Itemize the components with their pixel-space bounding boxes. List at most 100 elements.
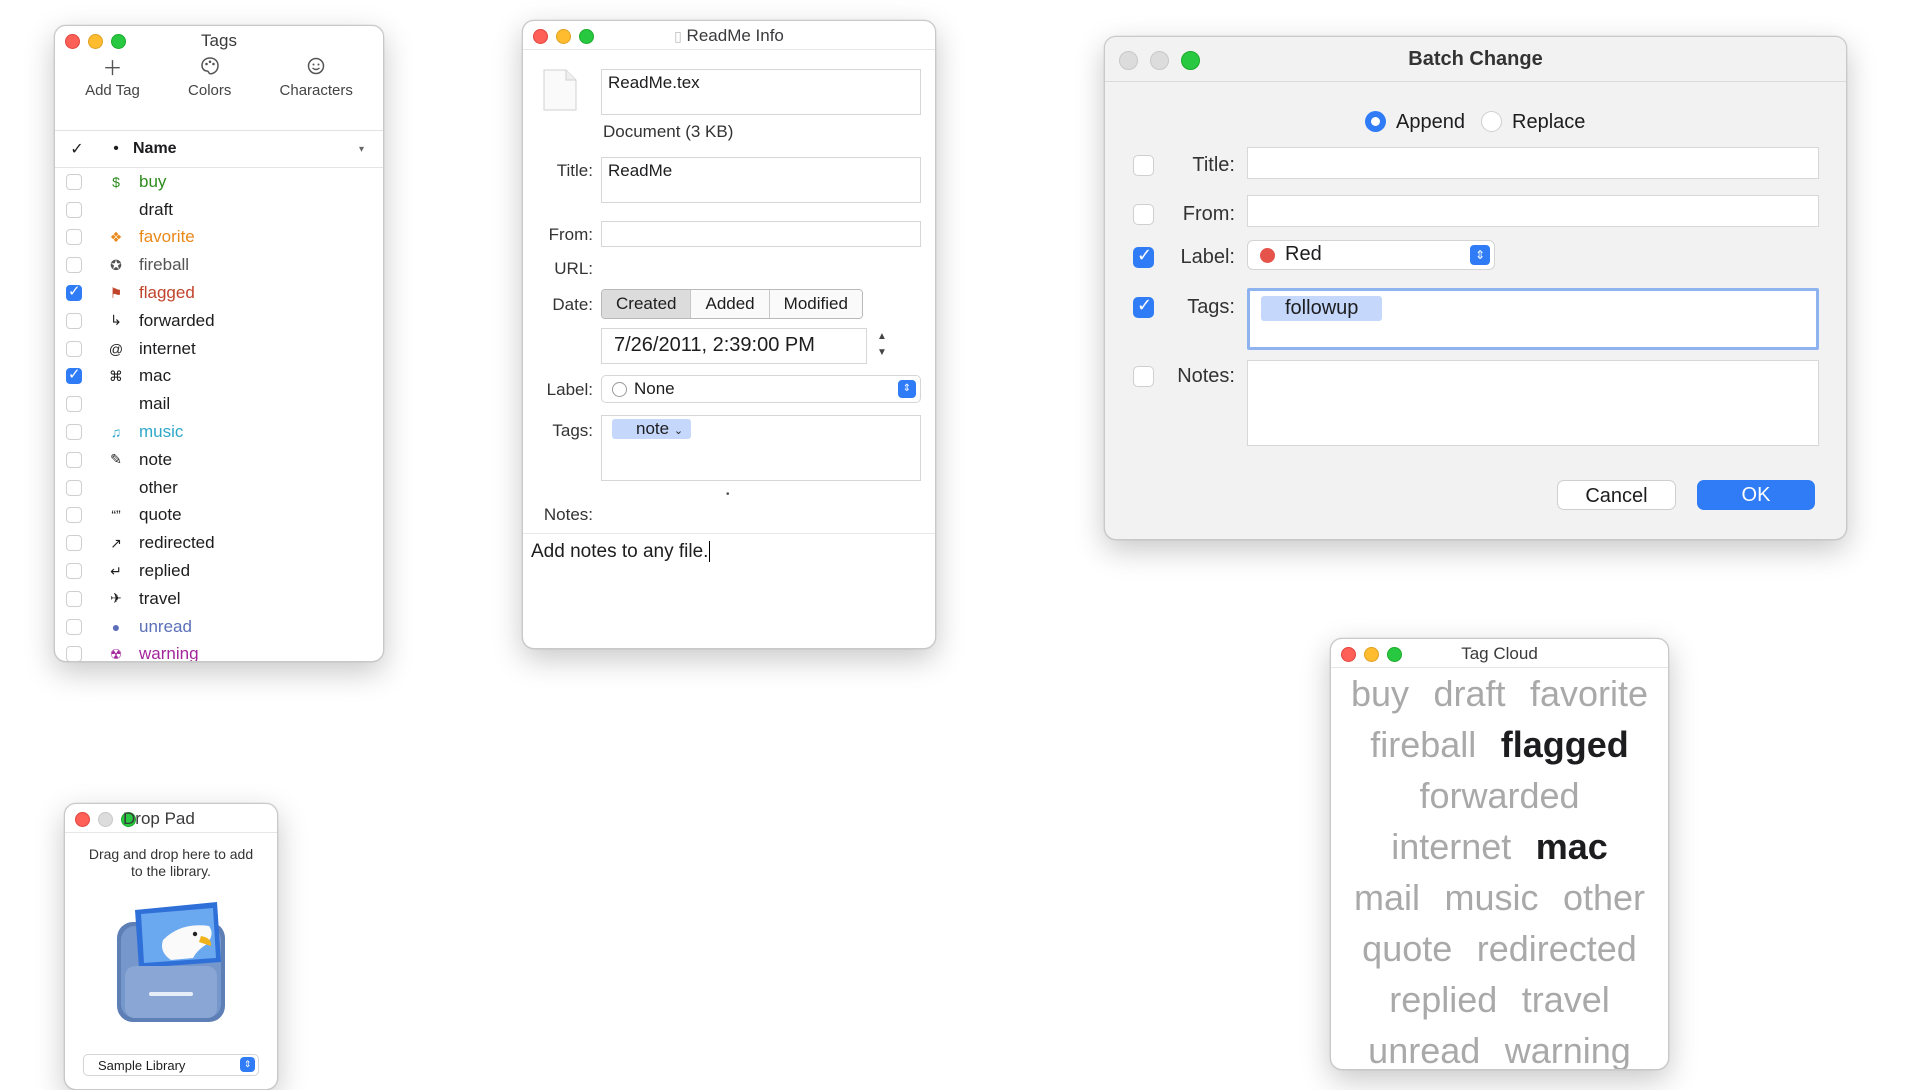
from-label: From: [548,225,593,244]
replace-radio[interactable] [1481,111,1502,132]
tab-created[interactable]: Created [602,290,692,318]
tag-checkbox[interactable] [66,590,82,607]
label-popup[interactable]: Red ⇕ [1247,240,1495,270]
title-field[interactable] [1247,147,1819,179]
stepper-up-icon[interactable]: ▲ [873,329,891,345]
tag-checkbox[interactable] [66,646,82,661]
notes-text[interactable]: Add notes to any file. [531,541,711,563]
popup-arrows-icon: ⇕ [240,1057,255,1072]
tag-checkbox[interactable] [66,340,82,357]
icon-column-header[interactable]: • [99,140,133,158]
check-column-header[interactable]: ✓ [55,139,99,159]
cloud-tag[interactable]: travel [1522,979,1610,1020]
tag-cloud: buy draft favorite fireball flagged forw… [1331,668,1668,1069]
date-stepper[interactable]: ▲ ▼ [873,329,891,363]
cloud-tag[interactable]: music [1444,877,1538,918]
filename-field[interactable]: ReadMe.tex [601,69,921,115]
tag-token[interactable]: followup [1261,296,1383,321]
cloud-tag[interactable]: replied [1389,979,1497,1020]
red-color-icon [1260,248,1275,263]
tag-checkbox[interactable] [66,257,82,274]
notes-label: Notes: [1177,365,1235,387]
cloud-tag[interactable]: redirected [1477,928,1637,969]
title-label: Title: [556,161,593,180]
table-row[interactable]: ↳ forwarded [55,307,383,335]
cloud-tag[interactable]: forwarded [1419,775,1579,816]
table-row[interactable]: ⚑ flagged [55,279,383,307]
table-row[interactable]: ↗ redirected [55,529,383,557]
cloud-tag[interactable]: internet [1391,826,1511,867]
table-row[interactable]: ⌘ mac [55,363,383,391]
tag-checkbox[interactable] [66,396,82,413]
table-row[interactable]: ☢ warning [55,641,383,661]
notes-field[interactable] [1247,360,1819,446]
library-popup[interactable]: Sample Library ⇕ [83,1054,259,1076]
table-row[interactable]: draft [55,196,383,224]
label-popup[interactable]: None ⇕ [601,375,921,403]
tag-checkbox[interactable] [66,173,82,190]
file-kind: Document (3 KB) [603,122,734,141]
tag-token[interactable]: note ⌄ [612,419,692,439]
table-row[interactable]: $ buy [55,168,383,196]
cloud-tag[interactable]: mac [1536,826,1608,867]
sort-indicator-icon[interactable]: ▾ [359,144,383,155]
table-row[interactable]: @ internet [55,335,383,363]
table-row[interactable]: ● unread [55,613,383,641]
table-row[interactable]: mail [55,390,383,418]
cloud-tag[interactable]: buy [1351,673,1409,714]
library-drop-target-icon[interactable] [111,900,231,1026]
tab-modified[interactable]: Modified [769,290,862,318]
tag-checkbox[interactable] [66,479,82,496]
from-field[interactable] [601,221,921,247]
tag-checkbox[interactable] [66,201,82,218]
close-button[interactable] [75,812,90,827]
tag-checkbox[interactable] [66,451,82,468]
tags-field[interactable]: note ⌄ [601,415,921,481]
cancel-button[interactable]: Cancel [1557,480,1676,510]
cloud-tag[interactable]: unread [1368,1030,1480,1069]
name-column-header[interactable]: Name [133,140,359,158]
cloud-tag[interactable]: draft [1433,673,1505,714]
tag-checkbox[interactable] [66,507,82,524]
table-row[interactable]: ♫ music [55,418,383,446]
tag-checkbox[interactable] [66,535,82,552]
tags-field[interactable]: followup [1247,288,1819,350]
cloud-tag[interactable]: favorite [1530,673,1648,714]
tag-checkbox[interactable] [66,312,82,329]
add-tag-button[interactable]: ＋ Add Tag [85,54,140,130]
tab-added[interactable]: Added [691,290,770,318]
tag-checkbox[interactable] [66,365,82,385]
append-radio[interactable] [1365,111,1386,132]
tag-name: favorite [139,227,195,247]
stepper-down-icon[interactable]: ▼ [873,345,891,361]
popup-arrows-icon: ⇕ [1470,245,1490,265]
cloud-tag[interactable]: flagged [1501,724,1629,765]
table-row[interactable]: ↵ replied [55,557,383,585]
table-row[interactable]: ✎ note [55,446,383,474]
tag-checkbox[interactable] [66,229,82,246]
cloud-tag[interactable]: other [1563,877,1645,918]
from-field[interactable] [1247,195,1819,227]
resize-handle-icon[interactable]: • [726,489,730,500]
title-field[interactable]: ReadMe [601,157,921,203]
cloud-tag[interactable]: quote [1362,928,1452,969]
cloud-tag[interactable]: warning [1505,1030,1631,1069]
tag-checkbox[interactable] [66,618,82,635]
cloud-tag[interactable]: mail [1354,877,1420,918]
table-row[interactable]: ✪ fireball [55,251,383,279]
tag-checkbox[interactable] [66,563,82,580]
table-row[interactable]: ❖ favorite [55,224,383,252]
cloud-tag[interactable]: fireball [1370,724,1476,765]
ok-button[interactable]: OK [1697,480,1815,510]
date-field[interactable]: 7/26/2011, 2:39:00 PM [601,328,867,364]
table-row[interactable]: other [55,474,383,502]
add-tag-label: Add Tag [85,82,140,99]
tag-glyph-icon: ✈ [110,590,122,607]
table-row[interactable]: “” quote [55,502,383,530]
tag-checkbox[interactable] [66,424,82,441]
table-row[interactable]: ✈ travel [55,585,383,613]
tag-name: buy [139,171,167,191]
characters-button[interactable]: Characters [280,54,353,130]
tag-checkbox[interactable] [66,282,82,302]
colors-button[interactable]: Colors [188,54,231,130]
